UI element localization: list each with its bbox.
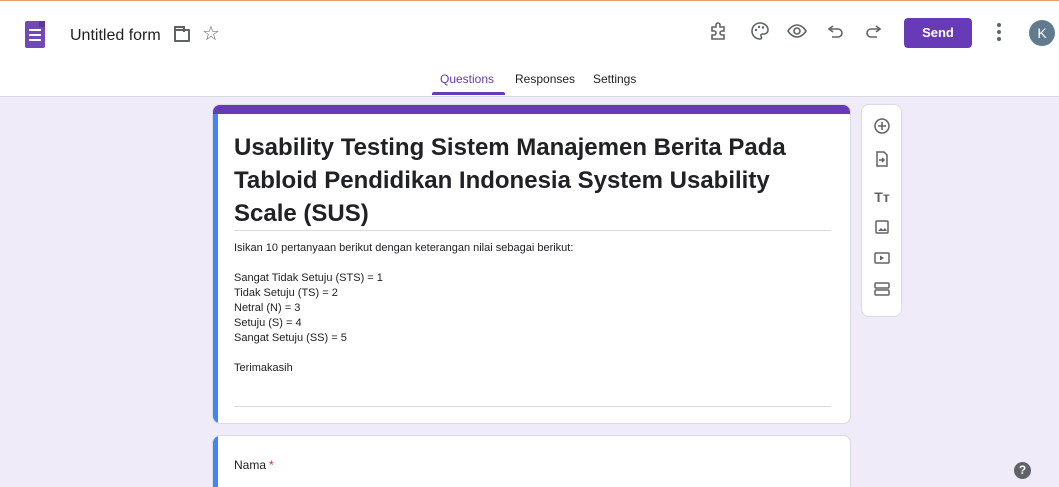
add-title-icon[interactable]: Tт — [870, 185, 894, 209]
description-line: Terimakasih — [234, 362, 293, 374]
description-line: Netral (N) = 3 — [234, 302, 301, 314]
star-icon[interactable]: ☆ — [202, 23, 220, 45]
help-icon[interactable]: ? — [1014, 462, 1031, 479]
tab-questions[interactable]: Questions — [440, 72, 494, 86]
description-line: Tidak Setuju (TS) = 2 — [234, 287, 338, 299]
title-divider — [234, 230, 831, 231]
redo-icon[interactable] — [861, 21, 885, 45]
undo-icon[interactable] — [824, 21, 848, 45]
active-tab-indicator — [432, 92, 505, 95]
side-toolbar: Tт — [861, 104, 902, 317]
preview-icon[interactable] — [785, 21, 809, 45]
form-title[interactable]: Usability Testing Sistem Manajemen Berit… — [234, 131, 834, 230]
question-label: Nama * — [234, 458, 274, 472]
forms-logo-icon[interactable] — [25, 21, 45, 48]
document-title[interactable]: Untitled form — [70, 27, 161, 45]
import-questions-icon[interactable] — [870, 150, 894, 174]
add-video-icon[interactable] — [870, 249, 894, 273]
theme-stripe — [213, 105, 850, 114]
description-line: Setuju (S) = 4 — [234, 317, 302, 329]
addons-icon[interactable] — [706, 21, 730, 45]
more-options-icon[interactable] — [996, 21, 1002, 45]
description-divider — [234, 406, 831, 407]
add-question-icon[interactable] — [870, 117, 894, 141]
palette-icon[interactable] — [748, 21, 772, 45]
description-line: Isikan 10 pertanyaan berikut dengan kete… — [234, 242, 574, 254]
avatar[interactable]: K — [1029, 20, 1055, 46]
focus-indicator — [213, 436, 218, 487]
add-image-icon[interactable] — [870, 218, 894, 242]
question-card[interactable]: Nama * — [212, 435, 851, 487]
focus-indicator — [213, 114, 218, 423]
tab-settings[interactable]: Settings — [593, 72, 636, 86]
description-line: Sangat Setuju (SS) = 5 — [234, 332, 347, 344]
required-marker: * — [269, 458, 274, 472]
move-to-folder-icon[interactable] — [174, 26, 190, 42]
form-title-card[interactable]: Usability Testing Sistem Manajemen Berit… — [212, 104, 851, 424]
description-line — [234, 256, 573, 271]
form-description[interactable]: Isikan 10 pertanyaan berikut dengan kete… — [234, 241, 573, 376]
description-line: Sangat Tidak Setuju (STS) = 1 — [234, 272, 383, 284]
question-title: Nama — [234, 458, 267, 472]
tab-responses[interactable]: Responses — [515, 72, 575, 86]
description-line — [234, 346, 573, 361]
send-button[interactable]: Send — [904, 18, 972, 48]
add-section-icon[interactable] — [870, 280, 894, 304]
